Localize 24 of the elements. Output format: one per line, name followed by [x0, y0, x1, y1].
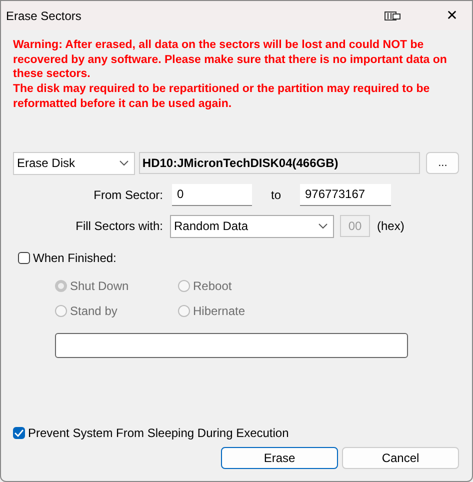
browse-button[interactable]: ... — [426, 152, 459, 174]
hex-field: 00 — [340, 215, 370, 238]
close-button[interactable]: ✕ — [432, 1, 472, 30]
window-icon[interactable] — [384, 10, 402, 22]
command-field[interactable] — [55, 332, 408, 358]
warning-text: Warning: After erased, all data on the sectors will be lost and could NOT be recovered by any software. Please make sure that there is no important data on these sectors. — [13, 38, 448, 82]
mode-dropdown[interactable]: Erase Disk — [13, 152, 136, 175]
hex-label: (hex) — [377, 219, 404, 234]
chevron-icon — [119, 160, 130, 166]
erase-button[interactable]: Erase — [221, 447, 338, 469]
fill-dropdown[interactable]: Random Data — [170, 214, 334, 238]
disk-field: HD10:JMicronTechDISK04(466GB) — [139, 152, 420, 174]
field-label: From Sector: — [92, 188, 163, 202]
checkmark-icon — [14, 429, 24, 437]
when-finished-checkbox[interactable]: When Finished: — [18, 250, 116, 265]
warning-text: The disk may required to be repartitioned or the partition may required to be reformatted before it can be used again. — [13, 82, 431, 112]
field-label: Fill Sectors with: — [74, 219, 163, 234]
chevron-icon — [318, 223, 328, 230]
to-sector-field[interactable]: 976773167 — [300, 184, 391, 206]
window-title: Erase Sectors — [6, 8, 82, 22]
prevent-sleep-checkbox[interactable]: Prevent System From Sleeping During Execution — [13, 426, 459, 440]
field-label: to — [270, 188, 282, 202]
cancel-button[interactable]: Cancel — [342, 447, 459, 469]
from-sector-field[interactable]: 0 — [172, 184, 252, 206]
